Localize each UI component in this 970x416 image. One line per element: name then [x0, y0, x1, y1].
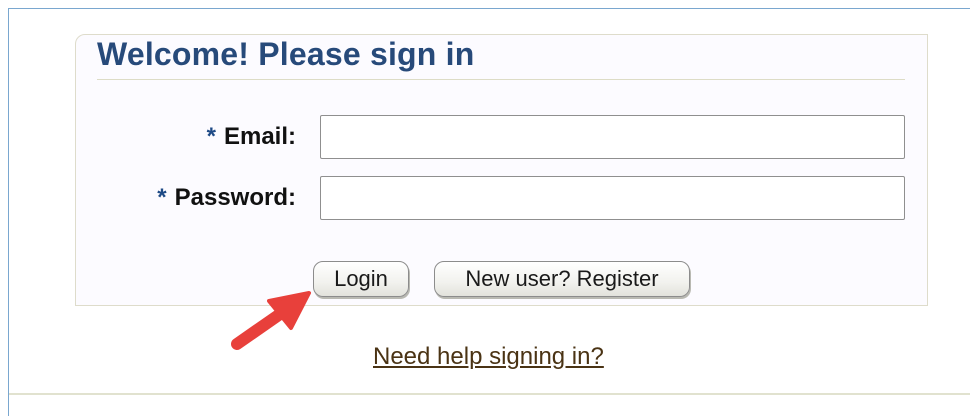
- page-title: Welcome! Please sign in: [97, 36, 475, 72]
- email-label-text: Email:: [223, 123, 296, 150]
- password-field[interactable]: [320, 176, 905, 220]
- email-field[interactable]: [320, 115, 905, 159]
- register-button[interactable]: New user? Register: [434, 261, 690, 297]
- password-label: * Password:: [157, 184, 296, 212]
- password-label-text: Password:: [174, 184, 296, 211]
- red-arrow-icon: [231, 291, 311, 350]
- footer-divider: [9, 393, 970, 395]
- title-divider: [97, 79, 905, 80]
- login-button[interactable]: Login: [313, 261, 409, 297]
- email-label: * Email:: [207, 123, 296, 151]
- help-link[interactable]: Need help signing in?: [373, 343, 604, 371]
- required-marker: *: [206, 123, 216, 150]
- required-marker: *: [157, 184, 167, 211]
